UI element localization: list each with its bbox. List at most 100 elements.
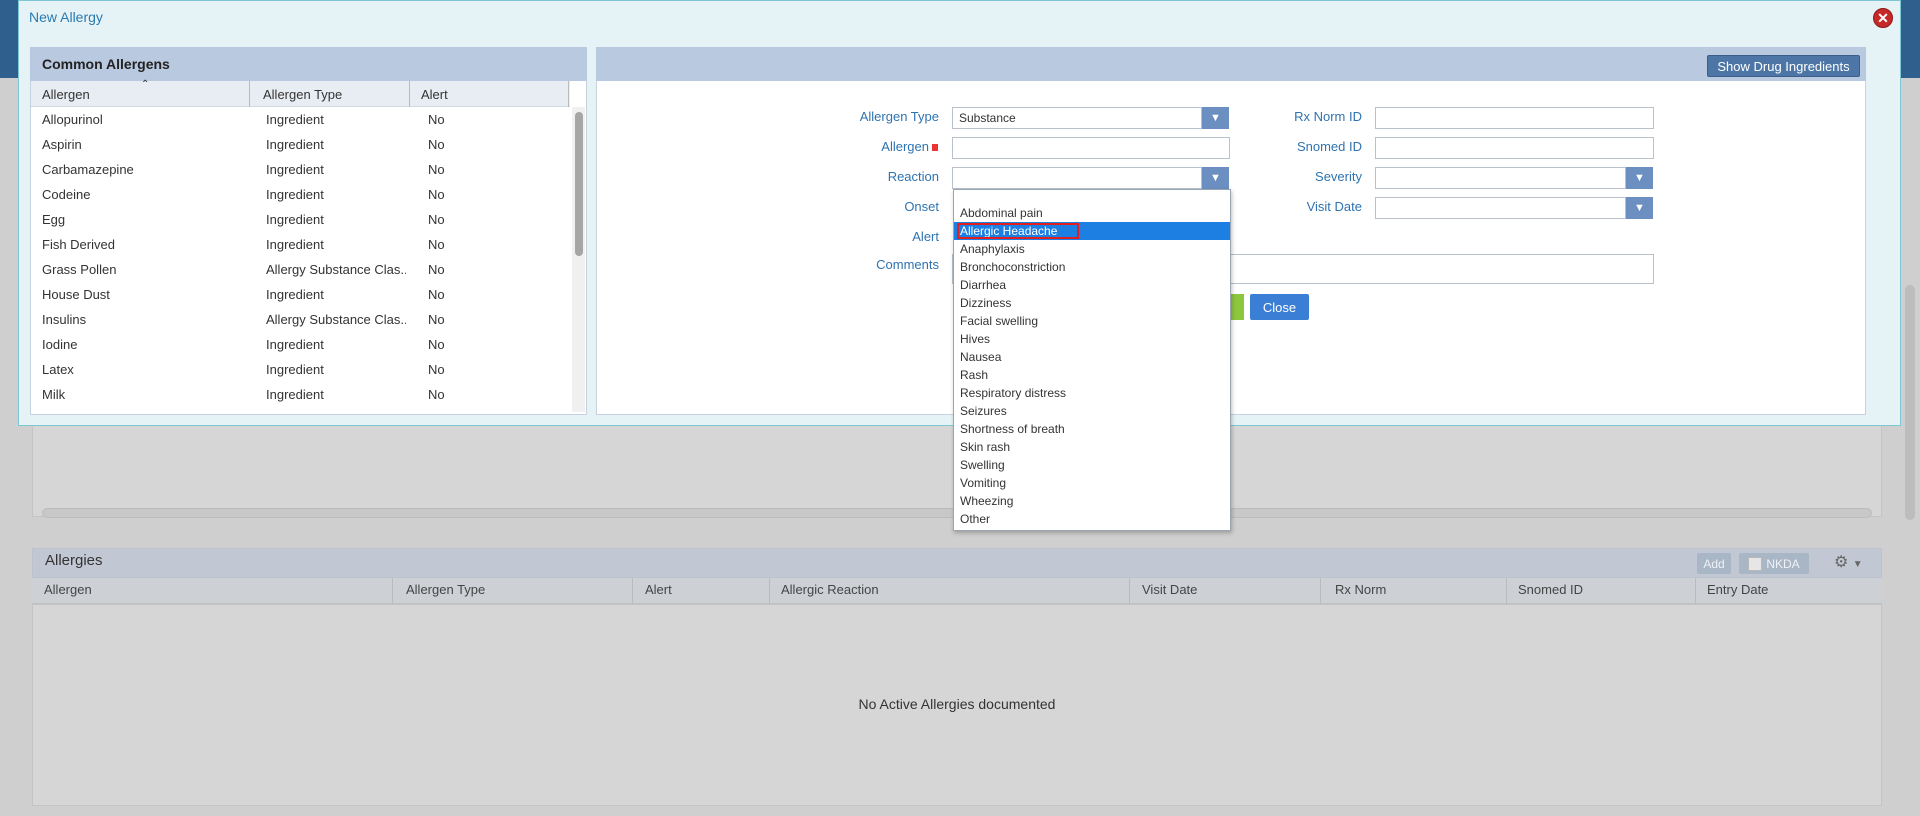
col-alert[interactable]: Alert [421, 87, 448, 102]
cell-alert: No [428, 312, 445, 327]
col-allergen[interactable]: Allergen [42, 87, 90, 102]
reaction-option[interactable]: Bronchoconstriction [954, 258, 1230, 276]
cell-alert: No [428, 387, 445, 402]
gear-icon[interactable]: ⚙ ▼ [1834, 552, 1868, 572]
cell-allergen-type: Allergy Substance Clas... [266, 262, 406, 277]
cell-allergen: Grass Pollen [42, 262, 117, 277]
cell-allergen-type: Ingredient [266, 387, 324, 402]
selection-highlight-box [957, 223, 1079, 239]
table-row[interactable]: Milk Ingredient No [31, 382, 570, 407]
col-visit-date[interactable]: Visit Date [1142, 582, 1197, 597]
reaction-option[interactable]: Skin rash [954, 438, 1230, 456]
col-allergen-type[interactable]: Allergen Type [263, 87, 342, 102]
reaction-option[interactable]: Seizures [954, 402, 1230, 420]
table-row[interactable]: Latex Ingredient No [31, 357, 570, 382]
cell-allergen-type: Ingredient [266, 237, 324, 252]
page-vertical-scrollbar[interactable] [1905, 285, 1915, 520]
cell-alert: No [428, 162, 445, 177]
allergen-type-select[interactable]: Substance [952, 107, 1202, 129]
table-row[interactable]: Aspirin Ingredient No [31, 132, 570, 157]
reaction-option[interactable]: Shortness of breath [954, 420, 1230, 438]
snomed-id-input[interactable] [1375, 137, 1654, 159]
label-allergen-type: Allergen Type [859, 109, 939, 124]
table-row[interactable]: Carbamazepine Ingredient No [31, 157, 570, 182]
reaction-option[interactable]: Swelling [954, 456, 1230, 474]
close-button[interactable]: Close [1250, 294, 1309, 320]
cell-alert: No [428, 287, 445, 302]
chevron-down-icon[interactable]: ▼ [1626, 167, 1653, 189]
cell-allergen: Egg [42, 212, 66, 227]
table-row[interactable]: Allopurinol Ingredient No [31, 107, 570, 132]
reaction-option[interactable]: Abdominal pain [954, 204, 1230, 222]
cell-allergen: Aspirin [42, 137, 82, 152]
reaction-option[interactable]: Vomiting [954, 474, 1230, 492]
cell-alert: No [428, 237, 445, 252]
label-severity: Severity [1315, 169, 1362, 184]
cell-allergen: House Dust [42, 287, 110, 302]
cell-alert: No [428, 362, 445, 377]
allergen-input[interactable] [952, 137, 1230, 159]
empty-allergies-message: No Active Allergies documented [858, 696, 1056, 712]
col-entry-date[interactable]: Entry Date [1707, 582, 1768, 597]
visit-date-select[interactable] [1375, 197, 1626, 219]
reaction-select[interactable] [952, 167, 1202, 189]
cell-allergen: Iodine [42, 337, 78, 352]
show-drug-ingredients-button[interactable]: Show Drug Ingredients [1707, 55, 1860, 77]
common-allergens-column-headers: Allergen ⌃ Allergen Type Alert [31, 79, 570, 107]
table-row[interactable]: Grass Pollen Allergy Substance Clas... No [31, 257, 570, 282]
col-allergen[interactable]: Allergen [44, 582, 92, 597]
table-row[interactable]: Codeine Ingredient No [31, 182, 570, 207]
label-allergen: Allergen [820, 139, 938, 154]
cell-allergen-type: Ingredient [266, 112, 324, 127]
reaction-option[interactable]: Rash [954, 366, 1230, 384]
reaction-option[interactable]: Wheezing [954, 492, 1230, 510]
cell-allergen-type: Allergy Substance Clas... [266, 312, 406, 327]
col-snomed-id[interactable]: Snomed ID [1518, 582, 1583, 597]
reaction-option[interactable]: Facial swelling [954, 312, 1230, 330]
table-row[interactable]: Fish Derived Ingredient No [31, 232, 570, 257]
col-rx-norm[interactable]: Rx Norm [1335, 582, 1386, 597]
chevron-down-icon[interactable]: ▼ [1626, 197, 1653, 219]
table-row[interactable]: Iodine Ingredient No [31, 332, 570, 357]
reaction-option[interactable]: Anaphylaxis [954, 240, 1230, 258]
chevron-down-icon[interactable]: ▼ [1202, 107, 1229, 129]
reaction-option[interactable]: Other [954, 510, 1230, 528]
modal-title: New Allergy [29, 9, 103, 25]
reaction-option[interactable]: Hives [954, 330, 1230, 348]
table-row[interactable]: Egg Ingredient No [31, 207, 570, 232]
cell-alert: No [428, 212, 445, 227]
cell-allergen: Milk [42, 387, 66, 402]
cell-alert: No [428, 112, 445, 127]
rx-norm-id-input[interactable] [1375, 107, 1654, 129]
cell-allergen-type: Ingredient [266, 162, 324, 177]
table-row[interactable]: House Dust Ingredient No [31, 282, 570, 307]
cell-alert: No [428, 187, 445, 202]
col-allergen-type[interactable]: Allergen Type [406, 582, 485, 597]
nkda-checkbox[interactable] [1748, 556, 1763, 571]
col-alert[interactable]: Alert [645, 582, 672, 597]
reaction-option[interactable]: Diarrhea [954, 276, 1230, 294]
cell-allergen: Latex [42, 362, 74, 377]
label-onset: Onset [904, 199, 939, 214]
severity-select[interactable] [1375, 167, 1626, 189]
label-visit-date: Visit Date [1306, 199, 1362, 214]
nkda-button[interactable]: NKDA [1739, 553, 1809, 574]
common-allergens-scroll-thumb[interactable] [575, 112, 583, 256]
cell-allergen-type: Ingredient [266, 137, 324, 152]
close-icon[interactable]: ✕ [1873, 8, 1893, 28]
reaction-option[interactable]: Dizziness [954, 294, 1230, 312]
col-allergic-reaction[interactable]: Allergic Reaction [781, 582, 879, 597]
reaction-option[interactable]: Nausea [954, 348, 1230, 366]
chevron-down-icon[interactable]: ▼ [1853, 559, 1863, 570]
label-comments: Comments [876, 257, 939, 272]
label-reaction: Reaction [887, 169, 939, 184]
cell-alert: No [428, 137, 445, 152]
cell-alert: No [428, 262, 445, 277]
cell-allergen: Codeine [42, 187, 91, 202]
table-row[interactable]: Insulins Allergy Substance Clas... No [31, 307, 570, 332]
common-allergens-title: Common Allergens [42, 56, 170, 72]
add-allergy-button[interactable]: Add [1697, 553, 1731, 574]
reaction-option[interactable]: Respiratory distress [954, 384, 1230, 402]
chevron-down-icon[interactable]: ▼ [1202, 167, 1229, 189]
cell-allergen-type: Ingredient [266, 362, 324, 377]
